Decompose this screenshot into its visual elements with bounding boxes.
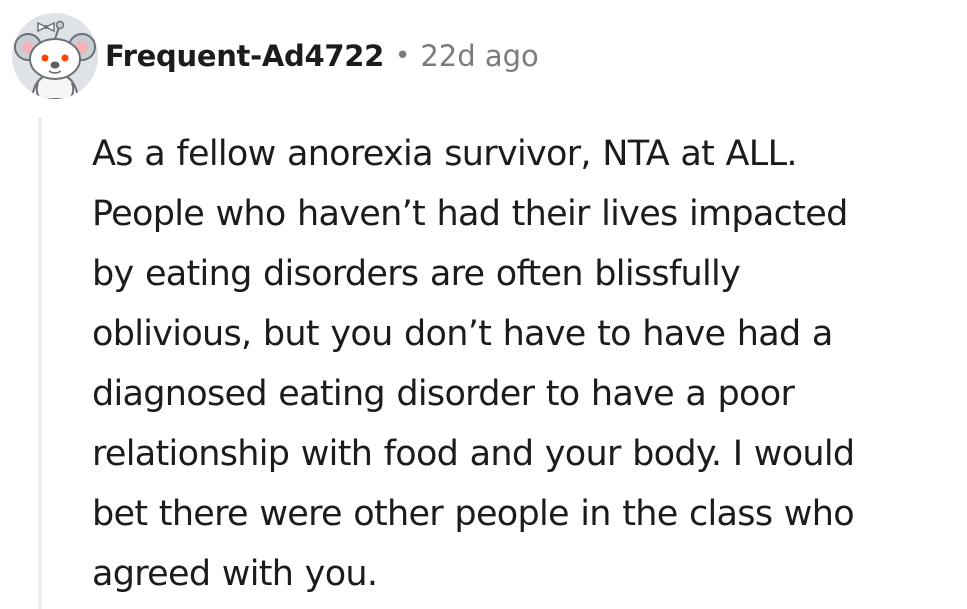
comment: Frequent-Ad4722 • 22d ago As a fellow an… bbox=[0, 0, 967, 609]
comment-body-line: bet there were other people in the class… bbox=[92, 494, 855, 534]
comment-body-line: relationship with food and your body. I … bbox=[92, 434, 855, 474]
comment-body-line: diagnosed eating disorder to have a poor bbox=[92, 374, 795, 414]
comment-body-line: As a fellow anorexia survivor, NTA at AL… bbox=[92, 134, 798, 174]
comment-body-line: People who haven’t had their lives impac… bbox=[92, 194, 848, 234]
comment-body-line: by eating disorders are often blissfully bbox=[92, 254, 741, 294]
comment-body-line: agreed with you. bbox=[92, 554, 378, 594]
thread-line[interactable] bbox=[38, 118, 42, 609]
comment-body-line: oblivious, but you don’t have to have ha… bbox=[92, 314, 833, 354]
author-username[interactable]: Frequent-Ad4722 bbox=[105, 39, 384, 73]
meta-separator: • bbox=[394, 41, 411, 71]
koala-snoo-avatar-icon[interactable] bbox=[8, 13, 102, 99]
comment-body: As a fellow anorexia survivor, NTA at AL… bbox=[92, 124, 962, 604]
comment-timestamp[interactable]: 22d ago bbox=[420, 39, 538, 73]
comment-meta: Frequent-Ad4722 • 22d ago bbox=[105, 34, 539, 78]
